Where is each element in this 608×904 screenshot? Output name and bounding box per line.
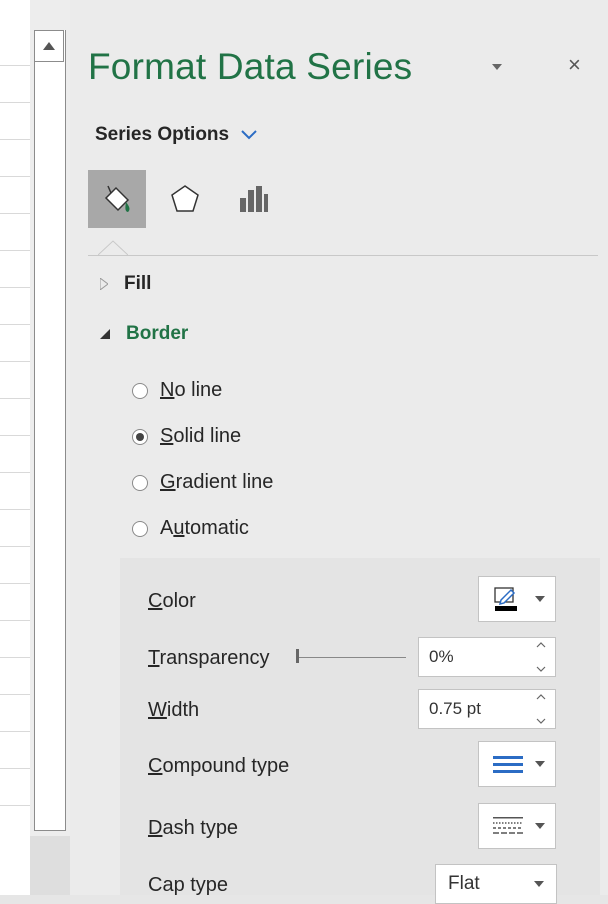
- gridline: [0, 250, 30, 251]
- gridline: [0, 472, 30, 473]
- worksheet-edge: [0, 0, 30, 895]
- arrow-up-icon: [43, 42, 55, 50]
- pentagon-icon: [171, 185, 199, 212]
- slider-thumb[interactable]: [296, 649, 299, 663]
- radio-label: Automatic: [160, 517, 249, 539]
- expand-triangle-icon: [100, 278, 108, 290]
- gridline: [0, 102, 30, 103]
- width-input[interactable]: 0.75 pt: [418, 689, 556, 729]
- gridline: [0, 139, 30, 140]
- vertical-scrollbar[interactable]: [30, 0, 70, 895]
- gridline: [0, 361, 30, 362]
- compound-type-button[interactable]: [478, 741, 556, 787]
- gridline: [0, 768, 30, 769]
- spin-buttons[interactable]: [535, 694, 547, 724]
- transparency-input[interactable]: 0%: [418, 637, 556, 677]
- radio-automatic[interactable]: Automatic: [132, 517, 249, 540]
- gridline: [0, 324, 30, 325]
- caret-down-icon: [535, 596, 545, 602]
- slider-track: [296, 657, 406, 658]
- dash-type-label: Dash type: [148, 817, 239, 839]
- width-value: 0.75 pt: [429, 699, 481, 718]
- format-data-series-pane: Format Data Series × Series Options Fill…: [70, 0, 608, 904]
- spin-up-icon[interactable]: [536, 694, 546, 700]
- series-options-label: Series Options: [95, 124, 230, 145]
- pen-color-icon: [494, 587, 517, 611]
- gridline: [0, 65, 30, 66]
- transparency-value: 0%: [429, 647, 454, 666]
- cap-type-dropdown[interactable]: Flat: [435, 864, 557, 904]
- width-label: Width: [148, 699, 200, 721]
- section-border-label: Border: [126, 323, 189, 344]
- spin-buttons[interactable]: [535, 642, 547, 672]
- tab-fill-line[interactable]: [88, 170, 146, 228]
- radio-button[interactable]: [132, 382, 148, 399]
- gridline: [0, 546, 30, 547]
- scroll-up-button[interactable]: [34, 30, 64, 62]
- gridline: [0, 657, 30, 658]
- gridline: [0, 398, 30, 399]
- radio-button-selected[interactable]: [132, 428, 148, 445]
- paint-bucket-icon: [104, 185, 130, 212]
- gridline: [0, 509, 30, 510]
- caret-down-icon: [534, 881, 544, 887]
- radio-label: No line: [160, 379, 223, 401]
- caret-down-icon: [492, 64, 502, 70]
- section-fill-label: Fill: [124, 273, 152, 294]
- chevron-down-icon: [241, 130, 257, 140]
- cap-type-label: Cap type: [148, 874, 229, 896]
- dash-lines-icon: [493, 817, 523, 834]
- tab-divider: [88, 255, 598, 256]
- gridline: [0, 731, 30, 732]
- section-border[interactable]: Border: [100, 323, 188, 345]
- radio-button[interactable]: [132, 520, 148, 537]
- tab-effects[interactable]: [156, 170, 214, 228]
- gridline: [0, 583, 30, 584]
- gridline: [0, 213, 30, 214]
- gridline: [0, 176, 30, 177]
- tab-series-options[interactable]: [224, 170, 282, 228]
- radio-no-line[interactable]: No line: [132, 379, 222, 402]
- caret-down-icon: [535, 761, 545, 767]
- series-options-dropdown[interactable]: Series Options: [95, 124, 257, 146]
- close-button[interactable]: ×: [568, 54, 581, 76]
- radio-solid-line[interactable]: Solid line: [132, 425, 241, 448]
- bar-chart-icon: [240, 186, 268, 212]
- gridline: [0, 287, 30, 288]
- radio-button[interactable]: [132, 474, 148, 491]
- gridline: [0, 694, 30, 695]
- spin-down-icon[interactable]: [536, 666, 546, 672]
- radio-gradient-line[interactable]: Gradient line: [132, 471, 273, 494]
- transparency-label: Transparency: [148, 647, 270, 669]
- caret-down-icon: [535, 823, 545, 829]
- spin-up-icon[interactable]: [536, 642, 546, 648]
- gridline: [0, 435, 30, 436]
- color-label: Color: [148, 590, 196, 612]
- radio-label: Solid line: [160, 425, 242, 447]
- pane-options-button[interactable]: [492, 58, 502, 73]
- scrollbar-bottom: [30, 836, 70, 895]
- collapse-triangle-icon: [100, 329, 110, 339]
- active-tab-notch: [98, 240, 128, 256]
- spin-down-icon[interactable]: [536, 718, 546, 724]
- dash-type-button[interactable]: [478, 803, 556, 849]
- gridline: [0, 620, 30, 621]
- radio-label: Gradient line: [160, 471, 274, 493]
- cap-type-value: Flat: [448, 873, 480, 894]
- color-picker-button[interactable]: [478, 576, 556, 622]
- pane-title: Format Data Series: [88, 46, 413, 87]
- gridline: [0, 805, 30, 806]
- compound-lines-icon: [493, 756, 523, 773]
- pane-tabs: [88, 170, 282, 228]
- scrollbar-track[interactable]: [34, 30, 66, 831]
- compound-type-label: Compound type: [148, 755, 290, 777]
- section-fill[interactable]: Fill: [100, 273, 151, 295]
- transparency-slider[interactable]: [296, 649, 406, 663]
